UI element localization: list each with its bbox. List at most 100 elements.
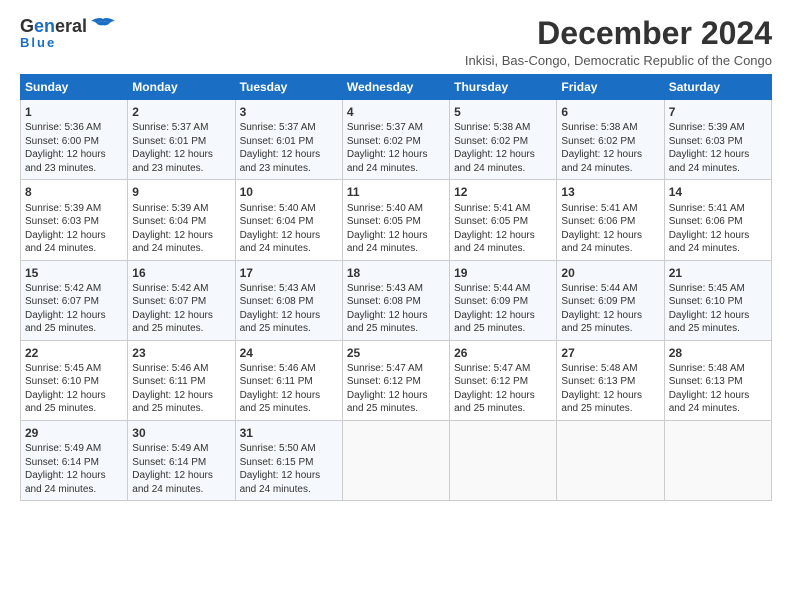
logo-bird-icon [89, 17, 117, 37]
sunset-text: Sunset: 6:12 PM [347, 375, 445, 389]
day-number: 17 [240, 265, 338, 281]
sunrise-text: Sunrise: 5:50 AM [240, 442, 338, 456]
calendar-cell: 11Sunrise: 5:40 AMSunset: 6:05 PMDayligh… [342, 180, 449, 260]
daylight-text: Daylight: 12 hours and 25 minutes. [669, 309, 767, 336]
sunset-text: Sunset: 6:11 PM [240, 375, 338, 389]
daylight-text: Daylight: 12 hours and 24 minutes. [561, 229, 659, 256]
calendar-cell: 10Sunrise: 5:40 AMSunset: 6:04 PMDayligh… [235, 180, 342, 260]
sunset-text: Sunset: 6:01 PM [240, 135, 338, 149]
day-number: 5 [454, 104, 552, 120]
daylight-text: Daylight: 12 hours and 25 minutes. [347, 309, 445, 336]
calendar-header-row: Sunday Monday Tuesday Wednesday Thursday… [21, 75, 772, 100]
page: G en eral Blue December 2024 Inkisi, Bas… [0, 0, 792, 612]
daylight-text: Daylight: 12 hours and 24 minutes. [561, 148, 659, 175]
sunrise-text: Sunrise: 5:44 AM [561, 282, 659, 296]
calendar-cell: 9Sunrise: 5:39 AMSunset: 6:04 PMDaylight… [128, 180, 235, 260]
calendar-cell [557, 420, 664, 500]
sunset-text: Sunset: 6:05 PM [454, 215, 552, 229]
calendar-cell: 12Sunrise: 5:41 AMSunset: 6:05 PMDayligh… [450, 180, 557, 260]
calendar-cell: 18Sunrise: 5:43 AMSunset: 6:08 PMDayligh… [342, 260, 449, 340]
day-number: 2 [132, 104, 230, 120]
calendar-cell: 8Sunrise: 5:39 AMSunset: 6:03 PMDaylight… [21, 180, 128, 260]
sunrise-text: Sunrise: 5:46 AM [240, 362, 338, 376]
sunset-text: Sunset: 6:13 PM [561, 375, 659, 389]
logo-blue-text: Blue [20, 35, 56, 50]
daylight-text: Daylight: 12 hours and 25 minutes. [25, 389, 123, 416]
sunset-text: Sunset: 6:07 PM [132, 295, 230, 309]
day-number: 20 [561, 265, 659, 281]
daylight-text: Daylight: 12 hours and 24 minutes. [454, 148, 552, 175]
daylight-text: Daylight: 12 hours and 24 minutes. [347, 229, 445, 256]
day-number: 10 [240, 184, 338, 200]
sunrise-text: Sunrise: 5:41 AM [669, 202, 767, 216]
daylight-text: Daylight: 12 hours and 24 minutes. [132, 229, 230, 256]
sunset-text: Sunset: 6:02 PM [561, 135, 659, 149]
day-number: 21 [669, 265, 767, 281]
daylight-text: Daylight: 12 hours and 25 minutes. [25, 309, 123, 336]
sunrise-text: Sunrise: 5:48 AM [561, 362, 659, 376]
sunrise-text: Sunrise: 5:47 AM [454, 362, 552, 376]
calendar-cell [664, 420, 771, 500]
sunrise-text: Sunrise: 5:42 AM [132, 282, 230, 296]
sunrise-text: Sunrise: 5:39 AM [132, 202, 230, 216]
calendar-cell: 26Sunrise: 5:47 AMSunset: 6:12 PMDayligh… [450, 340, 557, 420]
calendar-week-3: 15Sunrise: 5:42 AMSunset: 6:07 PMDayligh… [21, 260, 772, 340]
title-block: December 2024 Inkisi, Bas-Congo, Democra… [465, 16, 772, 68]
day-number: 6 [561, 104, 659, 120]
calendar-cell: 14Sunrise: 5:41 AMSunset: 6:06 PMDayligh… [664, 180, 771, 260]
daylight-text: Daylight: 12 hours and 25 minutes. [561, 309, 659, 336]
calendar-week-2: 8Sunrise: 5:39 AMSunset: 6:03 PMDaylight… [21, 180, 772, 260]
calendar-cell: 4Sunrise: 5:37 AMSunset: 6:02 PMDaylight… [342, 100, 449, 180]
calendar-cell: 17Sunrise: 5:43 AMSunset: 6:08 PMDayligh… [235, 260, 342, 340]
day-number: 1 [25, 104, 123, 120]
calendar-cell: 16Sunrise: 5:42 AMSunset: 6:07 PMDayligh… [128, 260, 235, 340]
daylight-text: Daylight: 12 hours and 24 minutes. [25, 469, 123, 496]
sunrise-text: Sunrise: 5:36 AM [25, 121, 123, 135]
calendar-cell: 2Sunrise: 5:37 AMSunset: 6:01 PMDaylight… [128, 100, 235, 180]
sunrise-text: Sunrise: 5:49 AM [132, 442, 230, 456]
calendar-cell: 24Sunrise: 5:46 AMSunset: 6:11 PMDayligh… [235, 340, 342, 420]
logo-general-eral: eral [55, 16, 87, 37]
daylight-text: Daylight: 12 hours and 25 minutes. [561, 389, 659, 416]
calendar-cell [342, 420, 449, 500]
sunset-text: Sunset: 6:06 PM [561, 215, 659, 229]
logo-general-g: G [20, 16, 34, 37]
day-number: 23 [132, 345, 230, 361]
subtitle: Inkisi, Bas-Congo, Democratic Republic o… [465, 53, 772, 68]
calendar-cell: 29Sunrise: 5:49 AMSunset: 6:14 PMDayligh… [21, 420, 128, 500]
calendar-week-4: 22Sunrise: 5:45 AMSunset: 6:10 PMDayligh… [21, 340, 772, 420]
calendar-cell: 1Sunrise: 5:36 AMSunset: 6:00 PMDaylight… [21, 100, 128, 180]
daylight-text: Daylight: 12 hours and 24 minutes. [669, 229, 767, 256]
calendar-cell: 5Sunrise: 5:38 AMSunset: 6:02 PMDaylight… [450, 100, 557, 180]
logo-general-en: en [34, 16, 55, 37]
sunset-text: Sunset: 6:15 PM [240, 456, 338, 470]
calendar-cell: 30Sunrise: 5:49 AMSunset: 6:14 PMDayligh… [128, 420, 235, 500]
sunrise-text: Sunrise: 5:39 AM [25, 202, 123, 216]
day-number: 12 [454, 184, 552, 200]
sunset-text: Sunset: 6:11 PM [132, 375, 230, 389]
sunrise-text: Sunrise: 5:44 AM [454, 282, 552, 296]
calendar-week-1: 1Sunrise: 5:36 AMSunset: 6:00 PMDaylight… [21, 100, 772, 180]
sunrise-text: Sunrise: 5:42 AM [25, 282, 123, 296]
daylight-text: Daylight: 12 hours and 25 minutes. [454, 309, 552, 336]
sunrise-text: Sunrise: 5:37 AM [132, 121, 230, 135]
calendar-cell: 21Sunrise: 5:45 AMSunset: 6:10 PMDayligh… [664, 260, 771, 340]
day-number: 3 [240, 104, 338, 120]
calendar-cell: 7Sunrise: 5:39 AMSunset: 6:03 PMDaylight… [664, 100, 771, 180]
logo-line1: G en eral [20, 16, 117, 37]
daylight-text: Daylight: 12 hours and 23 minutes. [25, 148, 123, 175]
main-title: December 2024 [465, 16, 772, 51]
logo: G en eral Blue [20, 16, 117, 50]
daylight-text: Daylight: 12 hours and 24 minutes. [454, 229, 552, 256]
daylight-text: Daylight: 12 hours and 23 minutes. [240, 148, 338, 175]
calendar-week-5: 29Sunrise: 5:49 AMSunset: 6:14 PMDayligh… [21, 420, 772, 500]
sunset-text: Sunset: 6:05 PM [347, 215, 445, 229]
daylight-text: Daylight: 12 hours and 25 minutes. [347, 389, 445, 416]
day-number: 4 [347, 104, 445, 120]
sunset-text: Sunset: 6:03 PM [669, 135, 767, 149]
header: G en eral Blue December 2024 Inkisi, Bas… [20, 16, 772, 68]
sunset-text: Sunset: 6:02 PM [347, 135, 445, 149]
day-number: 13 [561, 184, 659, 200]
daylight-text: Daylight: 12 hours and 24 minutes. [132, 469, 230, 496]
calendar-cell: 13Sunrise: 5:41 AMSunset: 6:06 PMDayligh… [557, 180, 664, 260]
